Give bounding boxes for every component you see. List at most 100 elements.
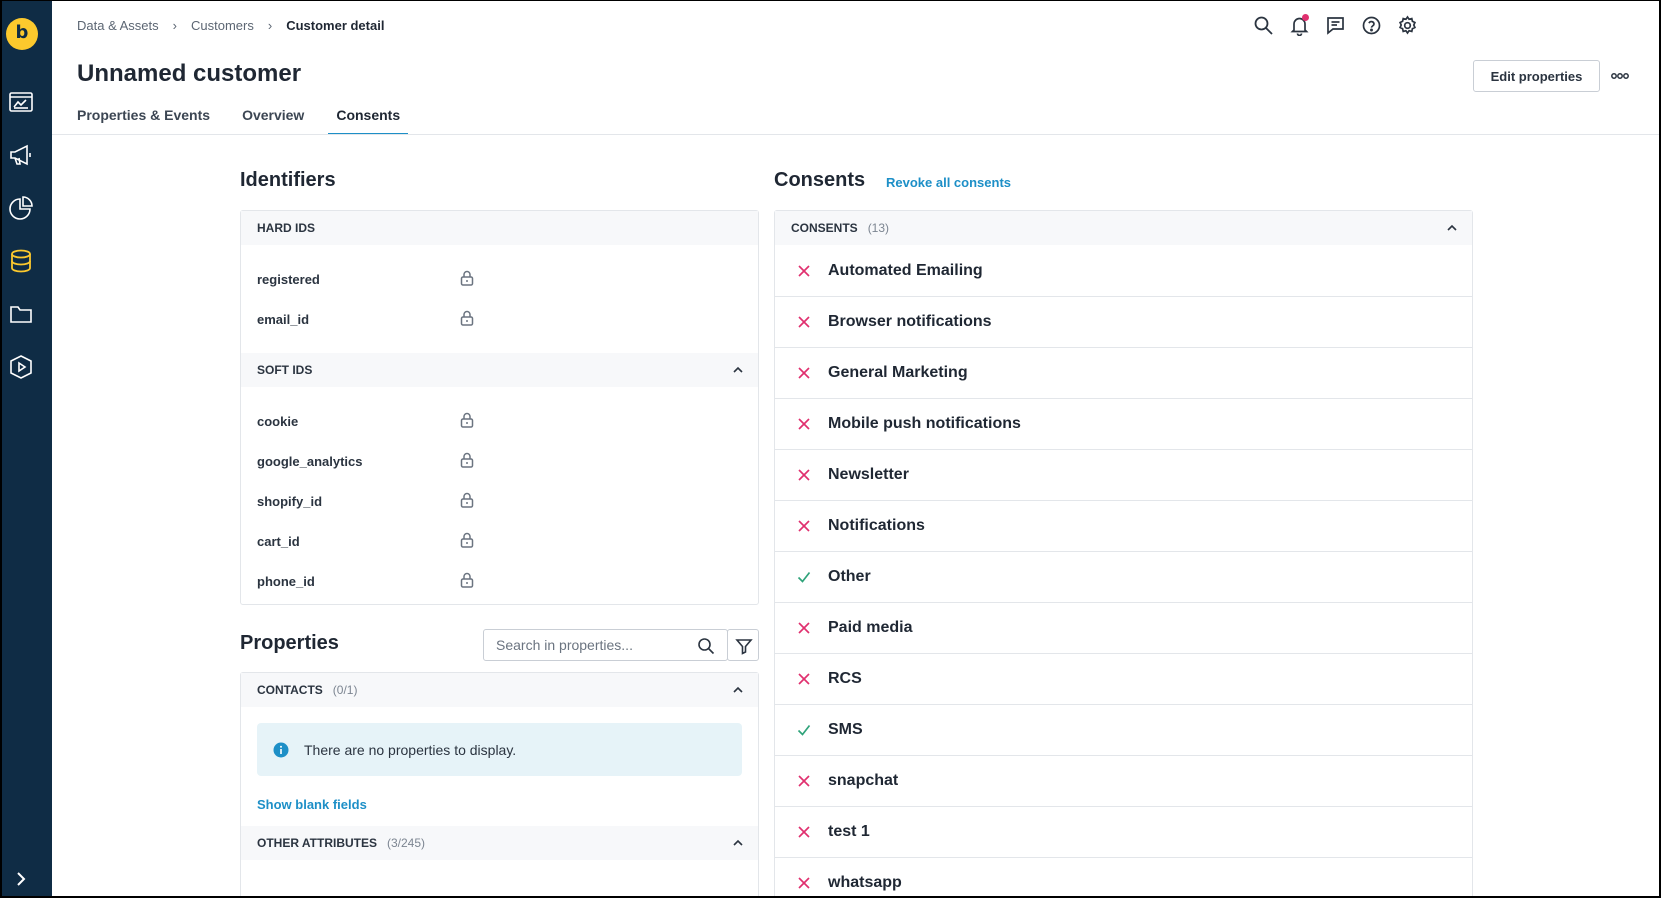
consent-label: Mobile push notifications: [828, 415, 1021, 432]
consents-list: Automated Emailing Browser notifications…: [775, 245, 1472, 896]
list-item: Newsletter: [775, 449, 1472, 500]
tab-consents[interactable]: Consents: [328, 107, 409, 135]
x-icon: [798, 264, 810, 277]
identifier-label: cookie: [257, 413, 299, 429]
consents-title: Consents: [774, 169, 866, 191]
consents-count: (13): [867, 221, 890, 235]
consent-label: Other: [828, 568, 871, 585]
gear-icon[interactable]: [1397, 15, 1418, 36]
edit-properties-button[interactable]: Edit properties: [1473, 60, 1600, 92]
check-icon: [797, 571, 811, 583]
contacts-header[interactable]: CONTACTS (0/1): [241, 673, 758, 707]
sidebar: b: [2, 1, 52, 896]
list-item: test 1: [775, 806, 1472, 857]
revoke-all-consents-link[interactable]: Revoke all consents: [886, 175, 1011, 190]
identifier-label: phone_id: [257, 573, 315, 589]
more-options-icon[interactable]: [1610, 68, 1630, 84]
consent-label: test 1: [828, 823, 870, 840]
list-item: google_analytics: [241, 441, 758, 481]
show-blank-fields-container: Show blank fields: [241, 776, 758, 824]
chevron-right-icon[interactable]: [12, 870, 30, 888]
chevron-up-icon[interactable]: [732, 364, 744, 376]
chevron-up-icon[interactable]: [732, 684, 744, 696]
list-item: Mobile push notifications: [775, 398, 1472, 449]
lock-icon: [460, 452, 474, 468]
list-item: registered: [241, 259, 758, 299]
x-icon: [798, 775, 810, 787]
header-actions: [1253, 14, 1418, 37]
list-item: Browser notifications: [775, 296, 1472, 347]
consents-section-label: CONSENTS: [791, 221, 858, 235]
database-icon[interactable]: [8, 248, 34, 274]
x-icon: [798, 367, 810, 379]
consent-label: Browser notifications: [828, 313, 992, 330]
consent-label: whatsapp: [828, 874, 902, 891]
lock-icon: [460, 532, 474, 548]
megaphone-icon[interactable]: [8, 142, 34, 168]
search-icon[interactable]: [1253, 15, 1274, 36]
identifier-label: registered: [257, 271, 320, 287]
hard-ids-list: registered email_id: [241, 245, 758, 339]
hard-ids-header: HARD IDS: [241, 211, 758, 245]
lock-icon: [460, 572, 474, 588]
x-icon: [798, 673, 810, 685]
search-input[interactable]: [484, 630, 684, 660]
soft-ids-label: SOFT IDS: [257, 363, 313, 377]
hard-ids-label: HARD IDS: [257, 221, 316, 235]
dashboard-icon[interactable]: [8, 89, 34, 115]
lock-icon: [460, 310, 474, 326]
chat-icon[interactable]: [1325, 15, 1346, 36]
folder-icon[interactable]: [8, 301, 34, 327]
list-item: RCS: [775, 653, 1472, 704]
breadcrumb-customers[interactable]: Customers: [191, 18, 254, 33]
properties-title: Properties: [240, 632, 339, 654]
consent-label: SMS: [828, 721, 863, 738]
breadcrumb: Data & Assets › Customers › Customer det…: [77, 18, 384, 33]
bell-icon[interactable]: [1289, 14, 1310, 37]
lock-icon: [460, 270, 474, 286]
x-icon: [798, 622, 810, 634]
properties-panel: CONTACTS (0/1) There are no properties t…: [240, 672, 759, 896]
list-item: snapchat: [775, 755, 1472, 806]
other-attributes-label: OTHER ATTRIBUTES: [257, 836, 377, 850]
identifiers-title: Identifiers: [240, 169, 336, 191]
filter-button[interactable]: [727, 629, 759, 661]
identifier-label: google_analytics: [257, 453, 363, 469]
breadcrumb-data-assets[interactable]: Data & Assets: [77, 18, 159, 33]
play-circle-icon[interactable]: [8, 354, 34, 380]
identifier-label: shopify_id: [257, 493, 323, 509]
list-item: SMS: [775, 704, 1472, 755]
consents-header[interactable]: CONSENTS (13): [775, 211, 1472, 245]
other-attributes-header[interactable]: OTHER ATTRIBUTES (3/245): [241, 826, 758, 860]
other-attributes-count: (3/245): [387, 836, 426, 850]
tab-overview[interactable]: Overview: [242, 107, 304, 135]
show-blank-fields-link[interactable]: Show blank fields: [257, 797, 367, 812]
filter-icon: [735, 639, 753, 655]
empty-message-text: There are no properties to display.: [304, 741, 517, 758]
list-item: cart_id: [241, 521, 758, 561]
logo[interactable]: b: [6, 18, 38, 50]
x-icon: [798, 877, 810, 889]
page-title: Unnamed customer: [77, 60, 302, 87]
help-icon[interactable]: [1361, 15, 1382, 36]
list-item: Notifications: [775, 500, 1472, 551]
consent-label: Automated Emailing: [828, 261, 983, 279]
tab-properties-events[interactable]: Properties & Events: [77, 107, 210, 135]
consents-panel: CONSENTS (13) Automated Emailing Browser…: [774, 210, 1473, 896]
list-item: General Marketing: [775, 347, 1472, 398]
x-icon: [798, 469, 810, 481]
chevron-up-icon[interactable]: [732, 837, 744, 849]
consent-label: RCS: [828, 670, 862, 687]
soft-ids-header[interactable]: SOFT IDS: [241, 353, 758, 387]
info-icon: [273, 742, 289, 757]
search-icon[interactable]: [697, 637, 715, 655]
list-item: shopify_id: [241, 481, 758, 521]
x-icon: [798, 826, 810, 838]
chevron-up-icon[interactable]: [1446, 222, 1458, 234]
breadcrumb-separator-icon: ›: [267, 18, 273, 33]
consent-label: snapchat: [828, 772, 899, 789]
app-frame: b Data & Assets › Customers › Customer d…: [0, 0, 1661, 898]
tabs-divider: [52, 134, 1659, 135]
pie-chart-icon[interactable]: [8, 195, 34, 221]
notification-dot: [1302, 14, 1309, 21]
